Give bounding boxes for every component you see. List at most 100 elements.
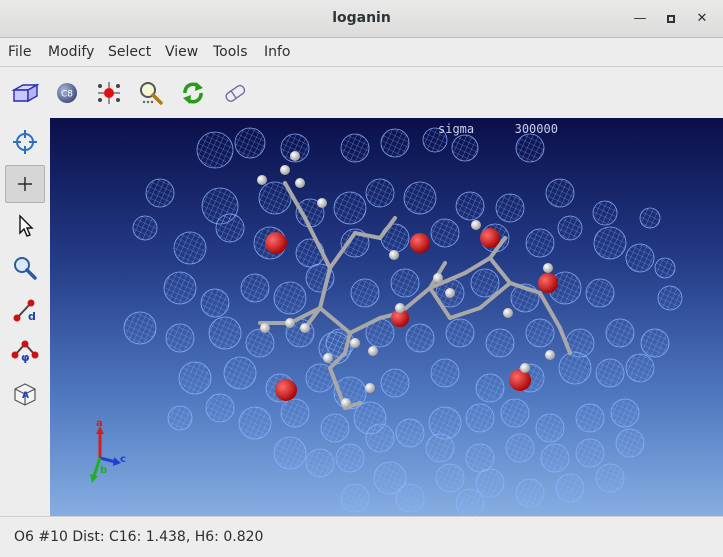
hydrogen-atom[interactable] (503, 308, 513, 318)
axis-label-b: b (100, 465, 107, 476)
c8-label: C8 (61, 90, 73, 100)
refresh-button[interactable] (179, 79, 207, 107)
hydrogen-atom[interactable] (389, 250, 399, 260)
density-mesh-blob (515, 133, 545, 163)
menu-tools[interactable]: Tools (213, 44, 248, 60)
axis-label-a: a (96, 418, 103, 429)
close-button[interactable]: ✕ (692, 9, 712, 29)
density-mesh-blob (625, 353, 655, 383)
density-mesh-blob (173, 231, 207, 265)
menu-file[interactable]: File (8, 44, 31, 60)
density-mesh-blob (545, 178, 575, 208)
eraser-button[interactable] (221, 79, 249, 107)
density-mesh-blob (525, 228, 555, 258)
unit-cell-button[interactable] (11, 79, 39, 107)
hydrogen-atom[interactable] (395, 303, 405, 313)
oxygen-atom[interactable] (265, 232, 287, 254)
sigma-value: 300000 (514, 122, 558, 136)
density-mesh-blob (425, 433, 455, 463)
density-mesh-blob (132, 215, 158, 241)
zoom-fit-button[interactable] (137, 79, 165, 107)
hydrogen-atom[interactable] (295, 178, 305, 188)
oxygen-atom[interactable] (480, 228, 500, 248)
hydrogen-atom[interactable] (290, 151, 300, 161)
hydrogen-atom[interactable] (365, 383, 375, 393)
move-cursor-icon (18, 177, 32, 191)
distance-tool[interactable]: d (5, 291, 45, 329)
density-mesh-blob (595, 463, 625, 493)
density-mesh-blob (208, 316, 242, 350)
hydrogen-atom[interactable] (445, 288, 455, 298)
atom-center-button[interactable] (95, 79, 123, 107)
density-mesh-blob (595, 358, 625, 388)
status-text: O6 #10 Dist: C16: 1.438, H6: 0.820 (14, 529, 264, 545)
hydrogen-atom[interactable] (433, 273, 443, 283)
density-mesh-blob (625, 243, 655, 273)
sigma-readout: sigma 300000 (438, 122, 558, 136)
c8-element-button[interactable]: C8 (53, 79, 81, 107)
oxygen-atom[interactable] (538, 273, 558, 293)
angle-tool[interactable]: φ (5, 333, 45, 371)
density-mesh-blob (455, 488, 485, 516)
menu-select[interactable]: Select (108, 44, 151, 60)
move-tool[interactable] (5, 165, 45, 203)
menu-info[interactable]: Info (264, 44, 291, 60)
density-mesh-blob (178, 361, 212, 395)
hydrogen-atom[interactable] (257, 175, 267, 185)
hydrogen-atom[interactable] (471, 220, 481, 230)
minimize-button[interactable]: — (630, 9, 650, 29)
density-mesh-blob (540, 443, 570, 473)
hydrogen-atom[interactable] (317, 198, 327, 208)
svg-text:A: A (22, 391, 29, 401)
density-mesh-blob (205, 393, 235, 423)
hydrogen-atom[interactable] (280, 165, 290, 175)
density-mesh-blob (593, 226, 627, 260)
hydrogen-atom[interactable] (285, 318, 295, 328)
density-mesh-blob (465, 443, 495, 473)
density-mesh-blob (335, 443, 365, 473)
molecule-scene[interactable] (50, 118, 723, 516)
angle-phi-icon: φ (11, 340, 39, 364)
oxygen-atom[interactable] (410, 233, 430, 253)
density-mesh-blob (305, 448, 335, 478)
hydrogen-atom[interactable] (545, 350, 555, 360)
c8-element-icon: C8 (57, 83, 77, 103)
density-mesh-blob (575, 403, 605, 433)
pointer-tool[interactable] (5, 207, 45, 245)
axis-label-c: c (120, 454, 126, 465)
hydrogen-atom[interactable] (260, 323, 270, 333)
hydrogen-atom[interactable] (368, 346, 378, 356)
density-mesh-blob (445, 318, 475, 348)
oxygen-atom[interactable] (275, 379, 297, 401)
oxygen-atom[interactable] (509, 369, 531, 391)
hydrogen-atom[interactable] (520, 363, 530, 373)
density-mesh-blob (380, 368, 410, 398)
density-mesh-blob (428, 406, 462, 440)
sigma-label: sigma (438, 122, 475, 136)
hydrogen-atom[interactable] (323, 353, 333, 363)
density-mesh-blob (350, 278, 380, 308)
density-mesh-blob (485, 328, 515, 358)
density-mesh-blob (465, 403, 495, 433)
svg-text:φ: φ (21, 351, 30, 364)
hydrogen-atom[interactable] (350, 338, 360, 348)
hydrogen-atom[interactable] (341, 398, 351, 408)
maximize-button[interactable] (661, 9, 681, 29)
density-mesh-blob (365, 178, 395, 208)
menu-modify[interactable]: Modify (48, 44, 94, 60)
density-mesh-blob (505, 433, 535, 463)
density-mesh-blob (223, 356, 257, 390)
density-mesh-blob (280, 398, 310, 428)
grow-tool[interactable]: A (5, 375, 45, 413)
density-mesh-blob (165, 323, 195, 353)
menu-view[interactable]: View (165, 44, 198, 60)
target-tool[interactable] (5, 123, 45, 161)
hydrogen-atom[interactable] (543, 263, 553, 273)
density-mesh-blob (238, 406, 272, 440)
hydrogen-atom[interactable] (300, 323, 310, 333)
density-mesh-blob (340, 483, 370, 513)
density-mesh-blob (167, 405, 193, 431)
zoom-tool[interactable] (5, 249, 45, 287)
density-mesh-blob (657, 285, 683, 311)
molecule-viewport[interactable]: sigma 300000 a c b (50, 118, 723, 516)
